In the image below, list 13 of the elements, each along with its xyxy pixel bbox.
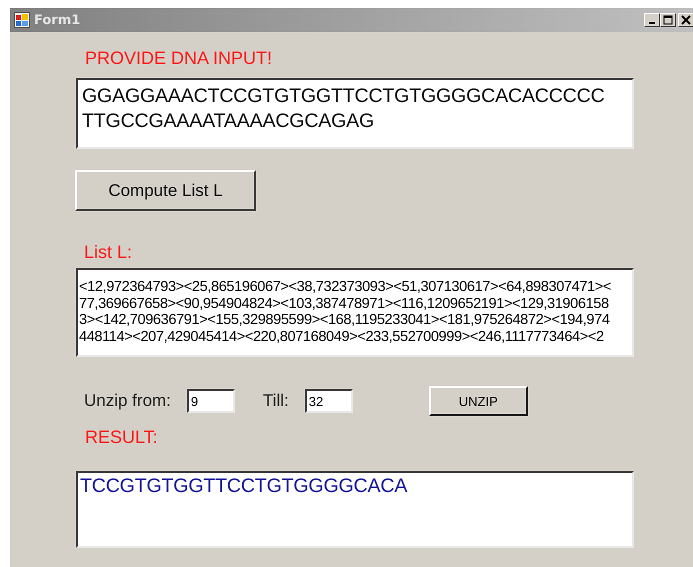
window-title: Form1 (34, 12, 80, 28)
unzip-button[interactable]: UNZIP (428, 386, 528, 416)
unzip-from-label: Unzip from: (84, 391, 171, 411)
list-output-field[interactable]: <12,972364793><25,865196067><38,732373093><51,307130617><64,898307471>< 77,369667658><90,954904824><103,387478971><116,1209652191><129,31906158 3><142,709636791><155,329895599><168,1195233041><181,975264872><194,974 448114><207,429045414><220,807168049><233,552700999><246,1117773464><2 (76, 268, 634, 357)
list-label: List L: (84, 242, 134, 264)
unzip-from-field[interactable]: 9 (186, 389, 235, 413)
result-label: RESULT: (85, 427, 159, 449)
result-field[interactable]: TCCGTGTGGTTCCTGTGGGGCACA (76, 471, 634, 548)
till-field[interactable]: 32 (304, 389, 353, 413)
compute-button[interactable]: Compute List L (75, 170, 256, 211)
dna-input-field[interactable]: GGAGGAAACTCCGTGTGGTTCCTGTGGGGCACACCCCC TTGCCGAAAATAAAACGCAGAG (76, 78, 634, 149)
till-label: Till: (262, 391, 289, 411)
dna-input-label: PROVIDE DNA INPUT! (85, 47, 274, 70)
